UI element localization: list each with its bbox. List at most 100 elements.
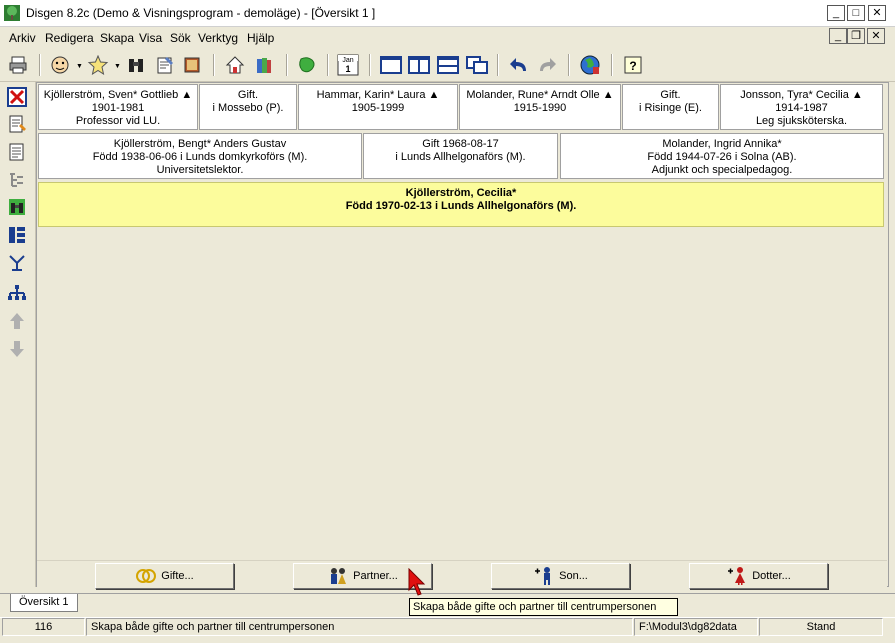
book-icon[interactable] xyxy=(180,53,204,77)
add-daughter-icon xyxy=(728,567,746,585)
close-button[interactable]: ✕ xyxy=(868,5,886,21)
toolbar-separator xyxy=(327,54,329,76)
person-dates: 1915-1990 xyxy=(513,102,567,114)
layout-two-icon[interactable] xyxy=(407,53,431,77)
org-chart-icon[interactable] xyxy=(6,282,28,304)
dotter-label: Dotter... xyxy=(752,570,791,582)
marriage-box-parents[interactable]: Gift 1968-08-17 i Lunds Allhelgonaförs (… xyxy=(363,133,558,179)
person-icon[interactable] xyxy=(48,53,72,77)
person-dates: 1905-1999 xyxy=(351,102,405,114)
calendar-icon[interactable]: Jan 1 xyxy=(336,53,360,77)
tooltip: Skapa både gifte och partner till centru… xyxy=(409,598,678,616)
status-message: Skapa både gifte och partner till centru… xyxy=(86,618,633,636)
toolbar: ▼ ▼ Jan 1 ? xyxy=(0,49,895,82)
layout-one-icon[interactable] xyxy=(379,53,403,77)
person-dates: 1914-1987 xyxy=(775,102,828,114)
close-red-icon[interactable] xyxy=(6,86,28,108)
maximize-button[interactable]: □ xyxy=(847,5,865,21)
mdi-minimize-button[interactable]: _ xyxy=(829,28,847,44)
status-path: F:\Modul3\dg82data xyxy=(634,618,758,636)
toolbar-separator xyxy=(213,54,215,76)
star-person-icon[interactable] xyxy=(86,53,110,77)
go-down-icon[interactable] xyxy=(6,338,28,360)
undo-icon[interactable] xyxy=(507,53,531,77)
person-born: Född 1944-07-26 i Solna (AB). xyxy=(647,151,797,163)
house-icon[interactable] xyxy=(223,53,247,77)
marriage-box-maternal[interactable]: Gift. i Risinge (E). xyxy=(622,84,719,130)
minimize-button[interactable]: _ xyxy=(827,5,845,21)
layout-overlap-icon[interactable] xyxy=(465,53,489,77)
printer-icon[interactable] xyxy=(6,53,30,77)
notepad-icon[interactable] xyxy=(153,53,177,77)
person-name: Jonsson, Tyra* Cecilia ▲ xyxy=(740,89,863,101)
layout-rows-icon[interactable] xyxy=(436,53,460,77)
go-up-icon[interactable] xyxy=(6,310,28,332)
books-icon[interactable] xyxy=(252,53,276,77)
center-person-born: Född 1970-02-13 i Lunds Allhelgonaförs (… xyxy=(345,200,577,212)
toolbar-separator xyxy=(568,54,570,76)
menu-visa[interactable]: Visa xyxy=(139,31,162,45)
marriage-place: i Mossebo (P). xyxy=(212,102,284,114)
toolbar-separator xyxy=(39,54,41,76)
binoculars-icon[interactable] xyxy=(6,196,28,218)
edit-note-icon[interactable] xyxy=(6,113,28,135)
son-label: Son... xyxy=(559,570,588,582)
tree-structure-icon[interactable] xyxy=(6,169,28,191)
binoculars-icon[interactable] xyxy=(124,53,148,77)
menu-redigera[interactable]: Redigera xyxy=(45,31,94,45)
mdi-close-button[interactable]: ✕ xyxy=(867,28,885,44)
toolbar-separator xyxy=(369,54,371,76)
menu-hjalp[interactable]: Hjälp xyxy=(247,31,274,45)
person-born: Född 1938-06-06 i Lunds domkyrkoförs (M)… xyxy=(92,151,308,163)
center-person-box[interactable]: Kjöllerström, Cecilia* Född 1970-02-13 i… xyxy=(38,182,884,227)
son-button[interactable]: Son... xyxy=(491,563,630,589)
mouse-cursor-icon xyxy=(408,568,426,596)
marriage-box-paternal[interactable]: Gift. i Mossebo (P). xyxy=(199,84,297,130)
menu-sok[interactable]: Sök xyxy=(170,31,191,45)
mdi-restore-button[interactable]: ❐ xyxy=(847,28,865,44)
help-label: ? xyxy=(629,59,636,73)
globe-icon[interactable] xyxy=(578,53,602,77)
tab-oversikt-1[interactable]: Översikt 1 xyxy=(10,594,78,612)
marriage-place: i Risinge (E). xyxy=(639,102,702,114)
menu-arkiv[interactable]: Arkiv xyxy=(9,31,36,45)
person-box-maternal-grandmother[interactable]: Jonsson, Tyra* Cecilia ▲ 1914-1987 Leg s… xyxy=(720,84,883,130)
tree-icon xyxy=(4,5,20,21)
help-icon[interactable]: ? xyxy=(621,53,645,77)
calendar-day-label: 1 xyxy=(345,64,350,74)
person-occupation: Professor vid LU. xyxy=(75,115,161,127)
person-box-father[interactable]: Kjöllerström, Bengt* Anders Gustav Född … xyxy=(38,133,362,179)
partner-label: Partner... xyxy=(353,570,398,582)
gifte-button[interactable]: Gifte... xyxy=(95,563,234,589)
person-name: Kjöllerström, Bengt* Anders Gustav xyxy=(113,138,287,150)
menu-skapa[interactable]: Skapa xyxy=(100,31,134,45)
person-box-mother[interactable]: Molander, Ingrid Annika* Född 1944-07-26… xyxy=(560,133,884,179)
couple-icon xyxy=(331,568,347,584)
title-bar: Disgen 8.2c (Demo & Visningsprogram - de… xyxy=(0,0,895,27)
person-dropdown-icon[interactable]: ▼ xyxy=(76,63,83,70)
person-box-paternal-grandmother[interactable]: Hammar, Karin* Laura ▲ 1905-1999 xyxy=(298,84,458,130)
status-count: 116 xyxy=(2,618,85,636)
person-box-paternal-grandfather[interactable]: Kjöllerström, Sven* Gottlieb ▲ 1901-1981… xyxy=(38,84,198,130)
star-dropdown-icon[interactable]: ▼ xyxy=(114,63,121,70)
map-icon[interactable] xyxy=(295,53,319,77)
toolbar-separator xyxy=(497,54,499,76)
document-icon[interactable] xyxy=(6,141,28,163)
toolbar-separator xyxy=(286,54,288,76)
person-name: Kjöllerström, Sven* Gottlieb ▲ xyxy=(43,89,193,101)
marriage-date: Gift 1968-08-17 xyxy=(422,138,499,150)
toolbar-separator xyxy=(611,54,613,76)
menu-bar: Arkiv Redigera Skapa Visa Sök Verktyg Hj… xyxy=(0,27,895,49)
rings-icon xyxy=(136,569,157,583)
dotter-button[interactable]: Dotter... xyxy=(689,563,828,589)
person-occupation: Adjunkt och specialpedagog. xyxy=(651,164,793,176)
center-person-name: Kjöllerström, Cecilia* xyxy=(405,187,517,199)
person-box-maternal-grandfather[interactable]: Molander, Rune* Arndt Olle ▲ 1915-1990 xyxy=(459,84,621,130)
ancestor-chart-icon[interactable] xyxy=(6,224,28,246)
calendar-month-label: Jan xyxy=(342,57,353,64)
status-mode: Stand xyxy=(759,618,883,636)
descendant-tree-icon[interactable] xyxy=(6,252,28,274)
menu-verktyg[interactable]: Verktyg xyxy=(198,31,238,45)
redo-icon[interactable] xyxy=(535,53,559,77)
gifte-label: Gifte... xyxy=(161,570,194,582)
